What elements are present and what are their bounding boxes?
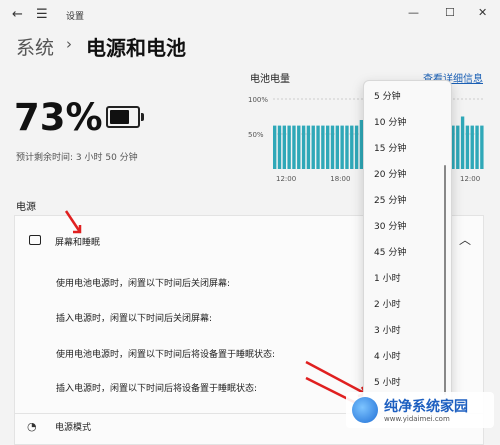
dropdown-option[interactable]: 10 分钟 — [374, 115, 406, 128]
dropdown-option[interactable]: 15 分钟 — [374, 141, 406, 154]
dropdown-option[interactable]: 5 分钟 — [374, 89, 401, 102]
dropdown-option[interactable]: 45 分钟 — [374, 245, 406, 258]
dropdown-option[interactable]: 30 分钟 — [374, 219, 406, 232]
dropdown-option[interactable]: 4 小时 — [374, 349, 401, 362]
watermark-logo-icon — [352, 397, 378, 423]
arrow-to-screen-sleep — [64, 210, 82, 233]
watermark: 纯净系统家园 www.yidaimei.com — [346, 392, 494, 428]
dropdown-option[interactable]: 5 小时 — [374, 375, 401, 388]
dropdown-scrollbar[interactable] — [444, 165, 446, 395]
watermark-url: www.yidaimei.com — [384, 415, 450, 423]
dropdown-option[interactable]: 2 小时 — [374, 297, 401, 310]
dropdown-option[interactable]: 3 小时 — [374, 323, 401, 336]
watermark-name: 纯净系统家园 — [384, 399, 468, 415]
dropdown-option[interactable]: 20 分钟 — [374, 167, 406, 180]
dropdown-option[interactable]: 25 分钟 — [374, 193, 406, 206]
timeout-dropdown-menu[interactable]: 5 分钟 10 分钟 15 分钟 20 分钟 25 分钟 30 分钟 45 分钟 1 小时 2 … — [363, 80, 452, 412]
arrow-to-dropdown-1 — [305, 360, 367, 396]
dropdown-option[interactable]: 1 小时 — [374, 271, 401, 284]
